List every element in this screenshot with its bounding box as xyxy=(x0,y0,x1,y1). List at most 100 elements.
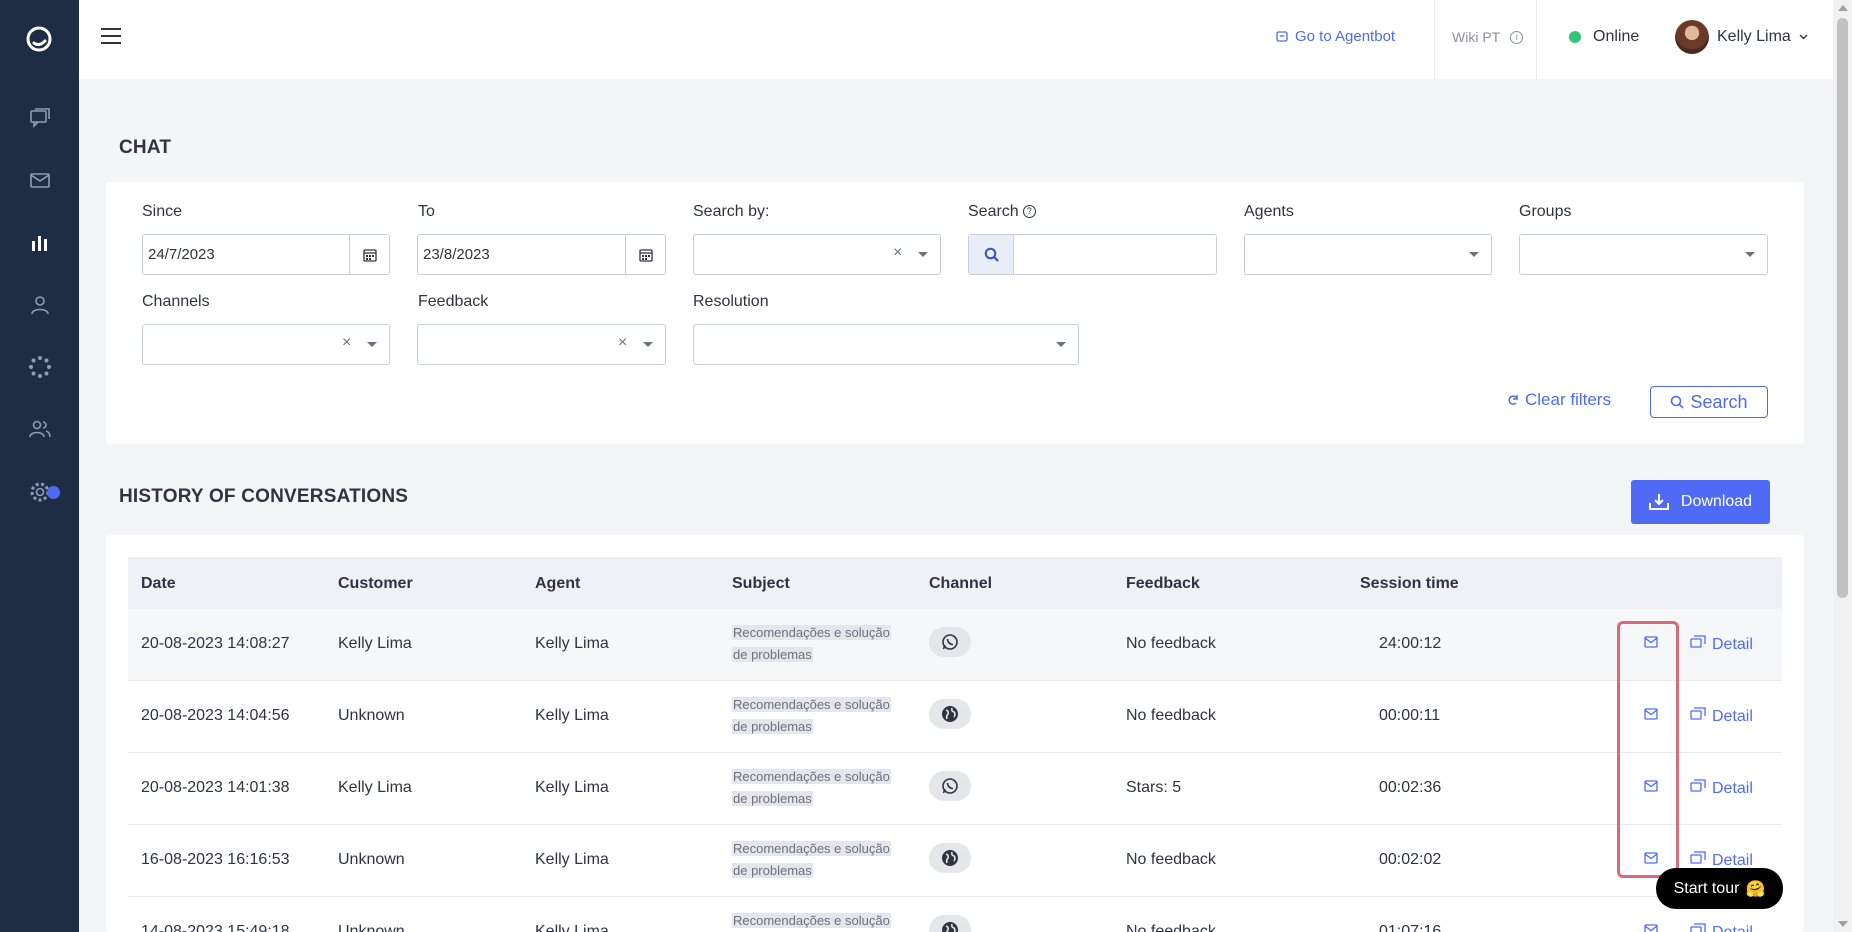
resolution-select[interactable] xyxy=(693,324,1079,365)
detail-link[interactable]: Detail xyxy=(1690,923,1753,932)
highlight-box xyxy=(1617,621,1679,878)
cell-agent: Kelly Lima xyxy=(535,779,609,796)
detail-icon xyxy=(1690,635,1706,654)
cell-agent: Kelly Lima xyxy=(535,851,609,868)
caret-down-icon xyxy=(1056,342,1066,347)
channels-select[interactable]: × xyxy=(142,324,390,365)
column-header-channel[interactable]: Channel xyxy=(929,575,992,593)
agents-label: Agents xyxy=(1244,203,1294,220)
caret-down-icon xyxy=(1745,252,1755,257)
cell-date: 14-08-2023 15:49:18 xyxy=(141,923,290,932)
scroll-down-arrow[interactable] xyxy=(1838,921,1848,927)
wiki-link[interactable]: Wiki PT i xyxy=(1452,29,1524,45)
detail-label: Detail xyxy=(1712,635,1753,653)
page-scrollbar[interactable] xyxy=(1833,0,1852,932)
user-icon[interactable] xyxy=(26,291,54,319)
clear-filters-link[interactable]: Clear filters xyxy=(1507,390,1611,410)
bar-chart-icon[interactable] xyxy=(26,229,54,257)
clear-icon[interactable]: × xyxy=(618,334,627,352)
scroll-thumb[interactable] xyxy=(1837,18,1848,598)
caret-down-icon xyxy=(918,252,928,257)
start-tour-label: Start tour xyxy=(1673,879,1740,897)
scroll-up-arrow[interactable] xyxy=(1838,5,1848,11)
subject-line-1: Recomendações e solução xyxy=(732,697,891,712)
status-label: Online xyxy=(1593,28,1640,45)
avatar xyxy=(1675,20,1709,54)
menu-icon[interactable] xyxy=(101,28,121,50)
column-header-date[interactable]: Date xyxy=(141,575,176,593)
search-label-text: Search xyxy=(968,203,1019,220)
table-row: 20-08-2023 14:01:38 Kelly Lima Kelly Lima R… xyxy=(128,753,1782,825)
help-icon[interactable]: ? xyxy=(1022,205,1036,218)
agents-select[interactable] xyxy=(1244,234,1492,275)
column-header-subject[interactable]: Subject xyxy=(732,575,790,593)
download-button[interactable]: Download xyxy=(1631,480,1770,524)
subject-line-1: Recomendações e solução xyxy=(732,625,891,640)
globe-icon xyxy=(929,699,971,729)
since-date-field[interactable]: 24/7/2023 xyxy=(142,234,390,275)
groups-label: Groups xyxy=(1519,203,1572,220)
calendar-icon[interactable] xyxy=(349,235,389,274)
status-indicator[interactable]: Online xyxy=(1569,28,1639,46)
detail-icon xyxy=(1690,923,1706,932)
caret-down-icon xyxy=(643,342,653,347)
topbar: Go to Agentbot Wiki PT i Online Kelly Li… xyxy=(79,0,1833,79)
users-icon[interactable] xyxy=(26,415,54,443)
send-email-icon[interactable] xyxy=(1644,923,1664,932)
start-tour-button[interactable]: Start tour 🤗 xyxy=(1656,868,1783,909)
cell-date: 20-08-2023 14:04:56 xyxy=(141,707,290,724)
clear-icon[interactable]: × xyxy=(893,244,902,262)
detail-link[interactable]: Detail xyxy=(1690,779,1753,798)
mail-icon[interactable] xyxy=(26,166,54,194)
cell-subject: Recomendações e soluçãode problemas xyxy=(732,838,902,882)
cell-agent: Kelly Lima xyxy=(535,635,609,652)
to-date-field[interactable]: 23/8/2023 xyxy=(417,234,666,275)
whatsapp-icon xyxy=(929,627,971,657)
notification-dot xyxy=(47,486,60,499)
detail-link[interactable]: Detail xyxy=(1690,707,1753,726)
search-button[interactable]: Search xyxy=(1650,386,1768,418)
column-header-feedback[interactable]: Feedback xyxy=(1126,575,1200,593)
table-row: 14-08-2023 15:49:18 Unknown Kelly Lima Reco… xyxy=(128,897,1782,932)
cell-session-time: 00:02:02 xyxy=(1379,851,1442,868)
calendar-icon[interactable] xyxy=(625,235,665,274)
user-menu[interactable]: Kelly Lima xyxy=(1675,20,1808,54)
clear-icon[interactable]: × xyxy=(342,334,351,352)
cell-agent: Kelly Lima xyxy=(535,923,609,932)
globe-icon xyxy=(929,915,971,932)
chat-icon[interactable] xyxy=(26,104,54,132)
app-logo[interactable] xyxy=(24,24,54,54)
cell-feedback: No feedback xyxy=(1126,707,1216,724)
detail-link[interactable]: Detail xyxy=(1690,635,1753,654)
cell-customer: Unknown xyxy=(338,707,405,724)
column-header-session-time[interactable]: Session time xyxy=(1360,575,1459,593)
cell-date: 20-08-2023 14:08:27 xyxy=(141,635,290,652)
table-row: 16-08-2023 16:16:53 Unknown Kelly Lima Reco… xyxy=(128,825,1782,897)
agentbot-label: Go to Agentbot xyxy=(1295,28,1396,45)
groups-select[interactable] xyxy=(1519,234,1768,275)
column-header-agent[interactable]: Agent xyxy=(535,575,580,593)
detail-icon xyxy=(1690,779,1706,798)
wiki-label: Wiki PT xyxy=(1452,29,1501,45)
bot-icon xyxy=(1276,30,1288,42)
since-label: Since xyxy=(142,203,183,220)
cell-subject: Recomendações e soluçãode problemas xyxy=(732,766,902,810)
hugging-face-icon: 🤗 xyxy=(1745,880,1766,898)
go-to-agentbot-link[interactable]: Go to Agentbot xyxy=(1276,28,1395,45)
column-header-customer[interactable]: Customer xyxy=(338,575,413,593)
table-header: Date Customer Agent Subject Channel Feed… xyxy=(128,557,1782,609)
search-by-select[interactable]: × xyxy=(693,234,941,275)
caret-down-icon xyxy=(1469,252,1479,257)
cell-subject: Recomendações e soluçãode problemas xyxy=(732,694,902,738)
feedback-select[interactable]: × xyxy=(417,324,666,365)
detail-label: Detail xyxy=(1712,779,1753,797)
subject-line-1: Recomendações e solução xyxy=(732,769,891,784)
search-button-label: Search xyxy=(1690,391,1748,412)
cell-subject: Recomendações e soluçãode problemas xyxy=(732,910,902,932)
since-value: 24/7/2023 xyxy=(148,246,215,263)
cell-session-time: 00:02:36 xyxy=(1379,779,1442,796)
detail-label: Detail xyxy=(1712,851,1753,869)
loader-icon[interactable] xyxy=(26,353,54,381)
online-dot xyxy=(1569,31,1581,43)
search-input[interactable] xyxy=(968,234,1217,275)
